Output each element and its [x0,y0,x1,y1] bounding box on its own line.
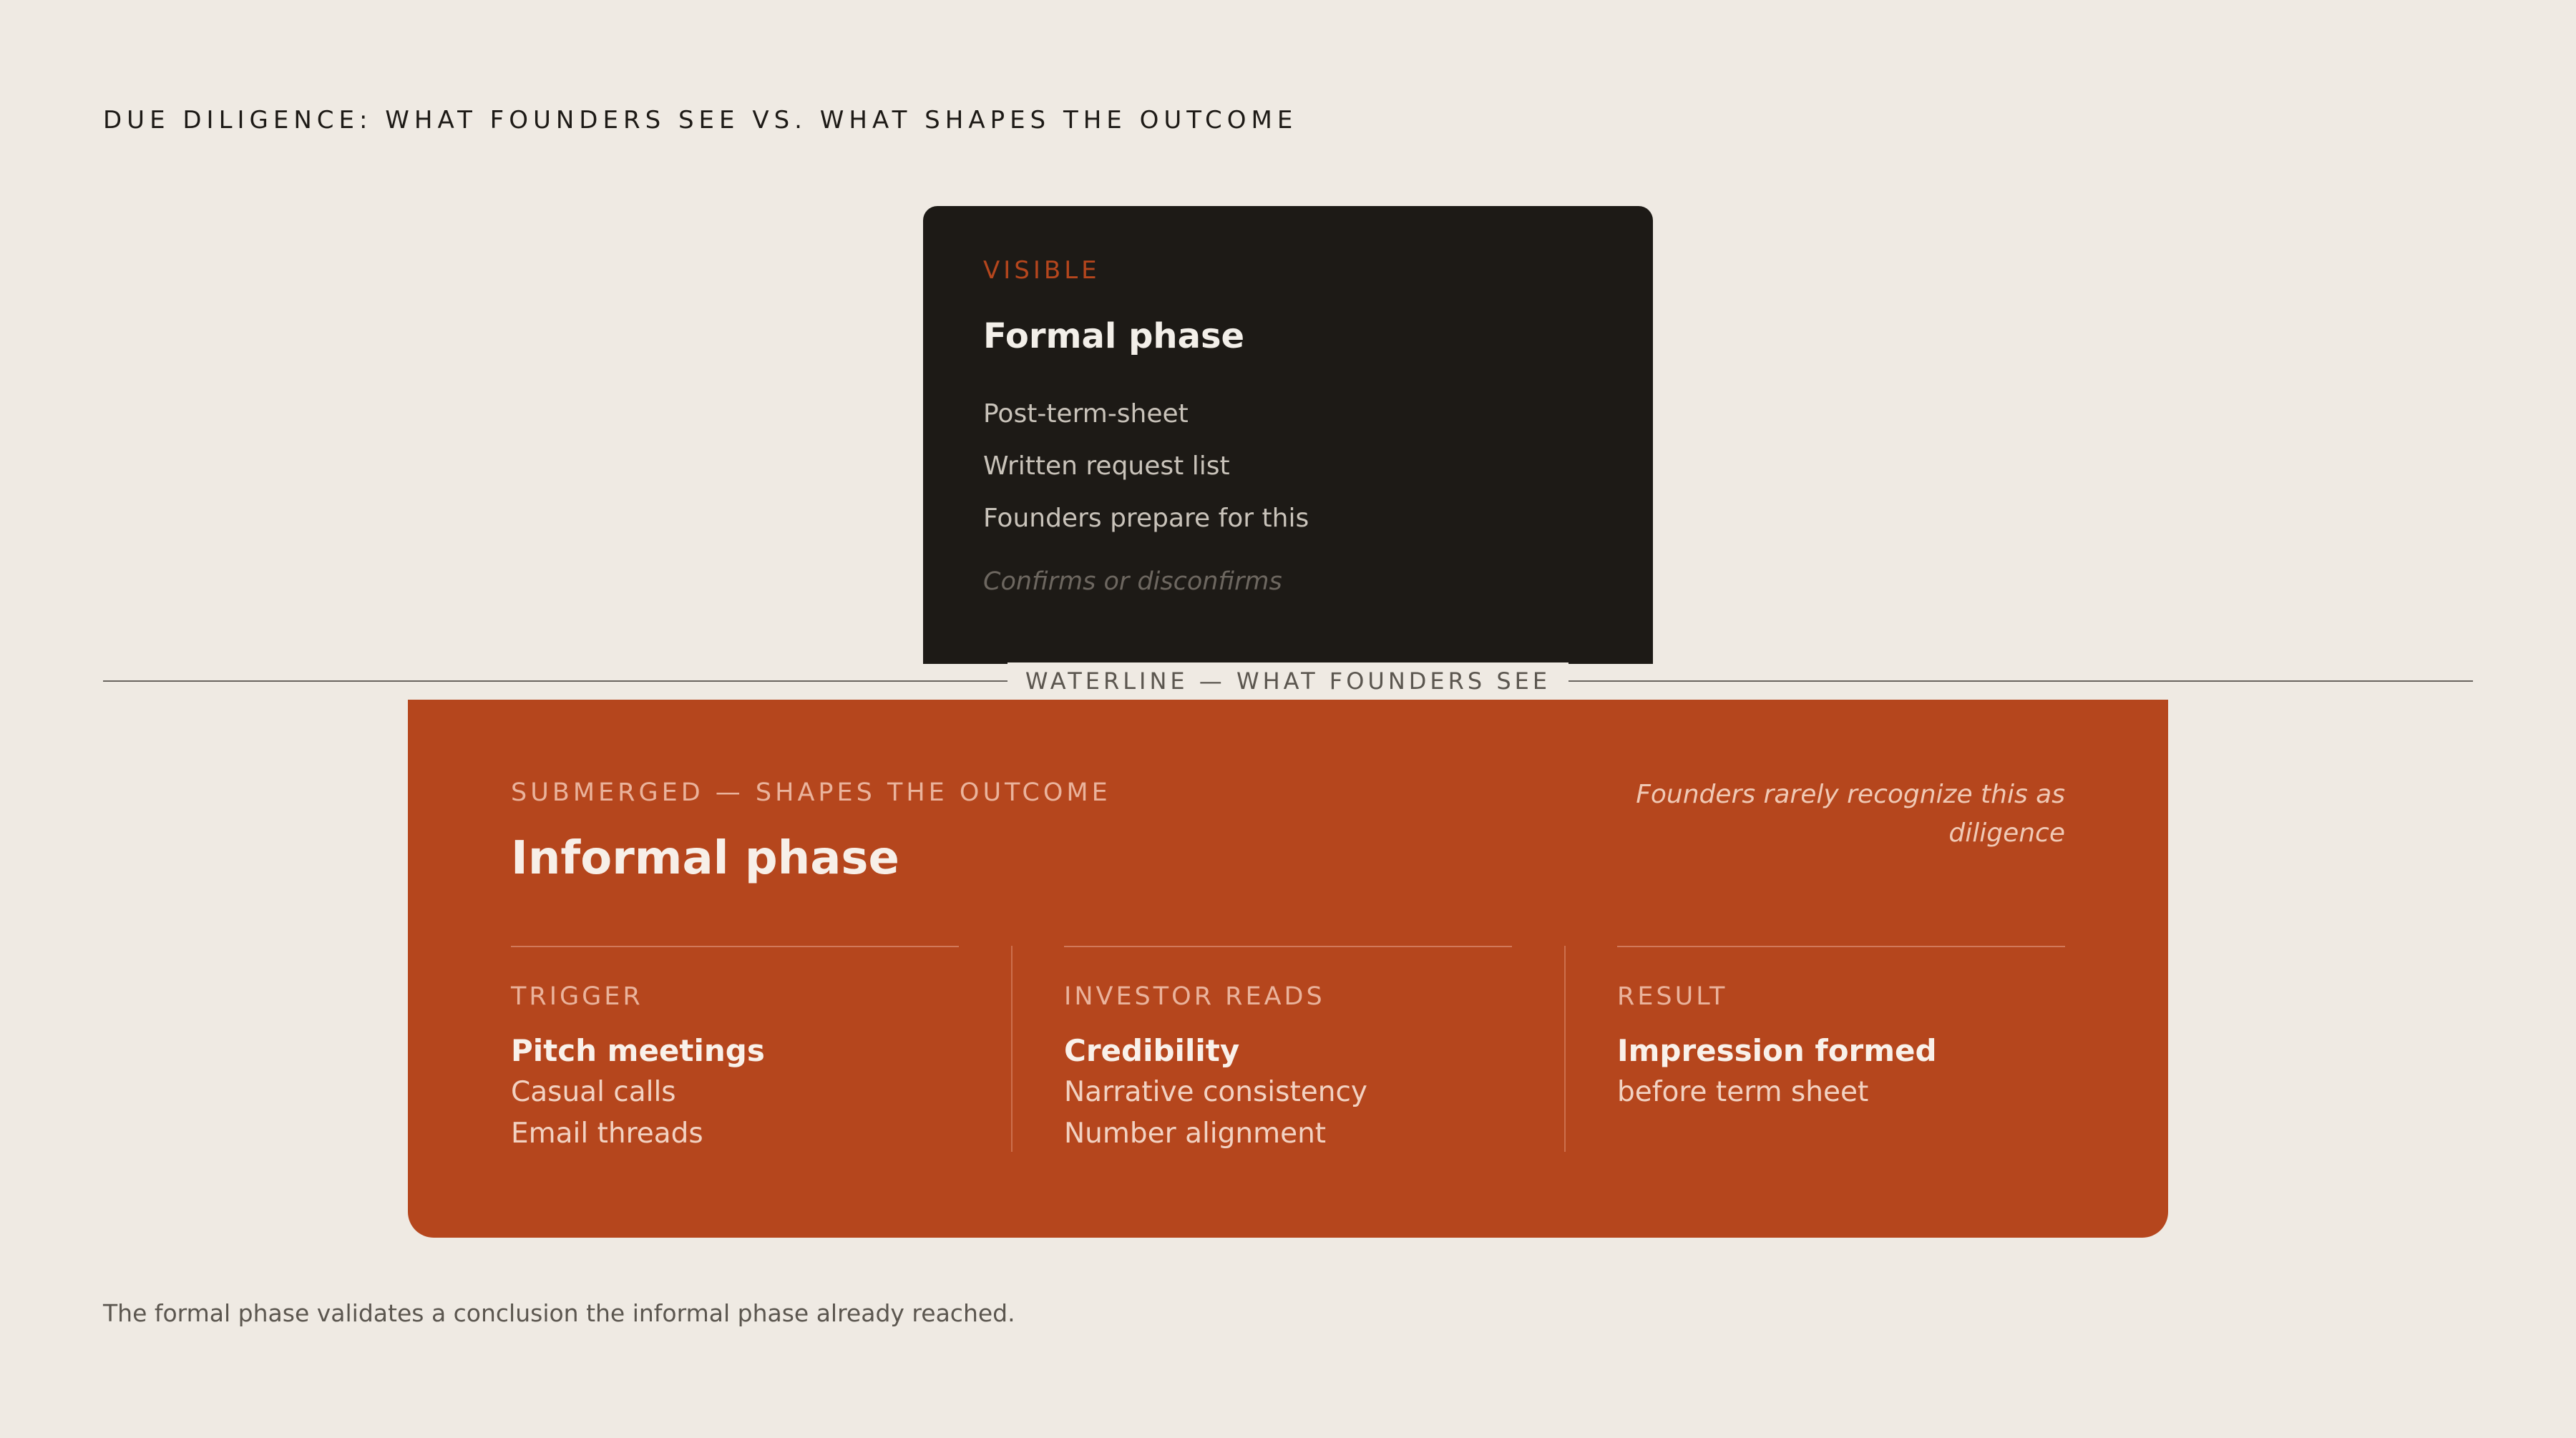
column-item: before term sheet [1617,1076,1869,1108]
column-head: Credibility [1064,1033,1240,1068]
result-column: RESULT Impression formed before term she… [1617,946,2065,1113]
footer-note: The formal phase validates a conclusion … [103,1299,1015,1327]
list-item: Written request list [983,451,1230,481]
formal-phase-note: Confirms or disconfirms [983,567,1282,596]
list-item: Founders prepare for this [983,504,1309,533]
column-head: Impression formed [1617,1033,1937,1068]
page-title: DUE DILIGENCE: WHAT FOUNDERS SEE VS. WHA… [103,106,1298,134]
waterline-label: WATERLINE — WHAT FOUNDERS SEE [1008,662,1568,700]
submerged-label: SUBMERGED — SHAPES THE OUTCOME [511,778,1111,807]
column-item: Casual calls [511,1076,676,1108]
informal-phase-card: SUBMERGED — SHAPES THE OUTCOME Informal … [408,700,2168,1238]
column-head: Pitch meetings [511,1033,765,1068]
informal-phase-title: Informal phase [511,832,899,885]
column-label: RESULT [1617,982,1728,1011]
investor-reads-column: INVESTOR READS Credibility Narrative con… [1064,946,1512,1155]
column-label: TRIGGER [511,982,643,1011]
column-item: Number alignment [1064,1117,1327,1150]
column-label: INVESTOR READS [1064,982,1325,1011]
list-item: Post-term-sheet [983,399,1189,429]
visible-label: VISIBLE [983,256,1101,285]
column-divider [1564,946,1566,1152]
formal-phase-card: VISIBLE Formal phase Post-term-sheet Wri… [923,206,1653,664]
formal-phase-title: Formal phase [983,316,1245,356]
informal-phase-note: Founders rarely recognize this as dilige… [1636,780,2065,848]
column-item: Narrative consistency [1064,1076,1367,1108]
column-item: Email threads [511,1117,703,1150]
trigger-column: TRIGGER Pitch meetings Casual calls Emai… [511,946,959,1155]
formal-phase-list: Post-term-sheet Written request list Fou… [983,388,1309,544]
column-divider [1011,946,1013,1152]
